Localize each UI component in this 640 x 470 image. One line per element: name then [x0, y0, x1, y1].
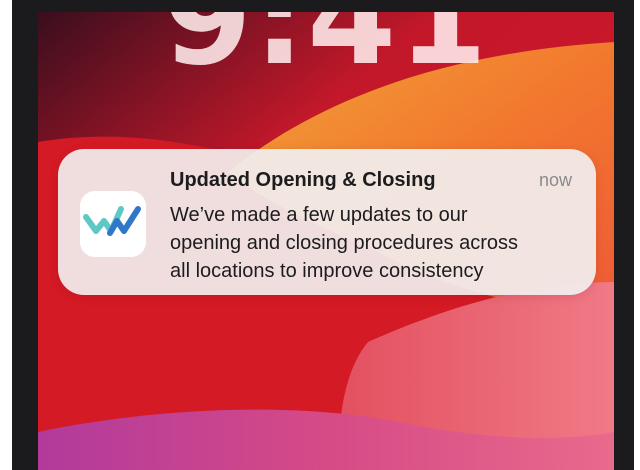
lock-screen-clock: 9:41 [162, 12, 490, 94]
notification-title: Updated Opening & Closing [170, 169, 436, 191]
notification-body-line: opening and closing procedures across [170, 232, 518, 254]
device-bezel-top [12, 0, 634, 12]
notification-card[interactable]: Updated Opening & Closing now We’ve made… [58, 149, 596, 295]
app-icon [80, 191, 146, 257]
phone-frame: 9:41 Updated Opening & Closing now We’ve… [0, 0, 640, 470]
notification-timestamp: now [538, 170, 572, 190]
notification-body-line: all locations to improve consistency [170, 260, 484, 282]
waveform-w-logo-icon [83, 206, 141, 236]
device-bezel-right [614, 0, 634, 470]
device-bezel-left [12, 0, 38, 470]
notification-body-line: We’ve made a few updates to our [170, 204, 468, 226]
notification-body: We’ve made a few updates to our opening … [170, 201, 582, 285]
